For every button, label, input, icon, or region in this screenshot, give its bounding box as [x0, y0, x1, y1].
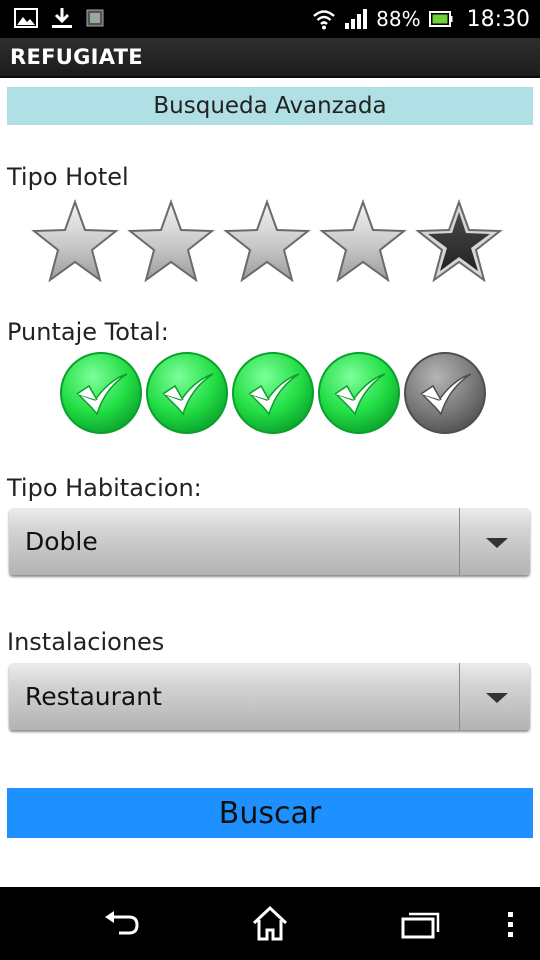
star-icon[interactable] — [318, 198, 408, 282]
hotel-type-rating[interactable] — [30, 198, 504, 282]
back-icon[interactable] — [97, 903, 147, 943]
wifi-icon — [313, 10, 335, 30]
battery-icon — [428, 11, 453, 27]
room-type-dropdown[interactable]: Doble — [9, 508, 530, 575]
facilities-dropdown[interactable]: Restaurant — [9, 663, 530, 730]
check-icon[interactable] — [145, 350, 229, 436]
page-title: Busqueda Avanzada — [7, 87, 533, 125]
download-icon — [52, 8, 72, 28]
star-icon[interactable] — [222, 198, 312, 282]
navigation-bar — [0, 887, 540, 960]
facilities-label: Instalaciones — [7, 628, 165, 656]
star-icon[interactable] — [30, 198, 120, 282]
room-type-value: Doble — [25, 527, 98, 556]
overflow-menu-icon[interactable] — [488, 903, 538, 943]
check-icon[interactable] — [59, 350, 143, 436]
home-icon[interactable] — [245, 903, 295, 943]
dropdown-divider — [459, 663, 460, 730]
total-score-rating[interactable] — [59, 350, 487, 436]
star-icon[interactable] — [126, 198, 216, 282]
facilities-value: Restaurant — [25, 682, 162, 711]
status-bar: 88% 18:30 — [0, 0, 540, 38]
gallery-icon — [14, 8, 38, 28]
check-icon[interactable] — [317, 350, 401, 436]
room-type-label: Tipo Habitacion: — [7, 474, 202, 502]
clock: 18:30 — [466, 6, 530, 32]
star-icon[interactable] — [414, 198, 504, 282]
dropdown-divider — [459, 508, 460, 575]
signal-icon — [345, 9, 368, 29]
app-title: REFUGIATE — [10, 45, 143, 69]
chevron-down-icon — [486, 693, 508, 703]
action-bar: REFUGIATE — [0, 38, 540, 78]
notification-icons — [14, 6, 104, 30]
chevron-down-icon — [486, 538, 508, 548]
check-icon[interactable] — [403, 350, 487, 436]
total-score-label: Puntaje Total: — [7, 318, 169, 346]
battery-percent: 88% — [376, 7, 421, 31]
app-notification-icon — [86, 9, 104, 27]
recent-apps-icon[interactable] — [395, 903, 445, 943]
search-button[interactable]: Buscar — [7, 788, 533, 838]
hotel-type-label: Tipo Hotel — [7, 163, 129, 191]
check-icon[interactable] — [231, 350, 315, 436]
